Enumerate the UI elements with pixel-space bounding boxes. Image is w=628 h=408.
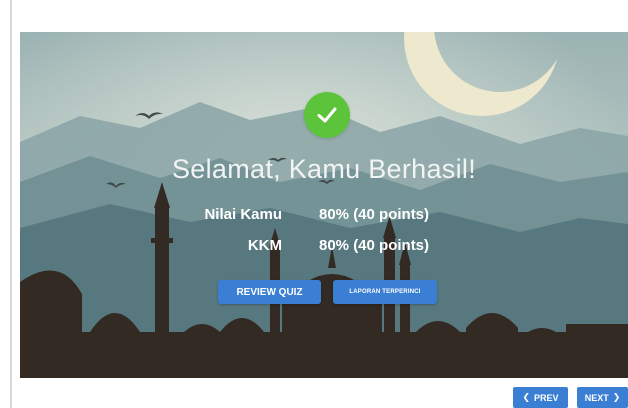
next-button[interactable]: NEXT ❯: [577, 387, 628, 408]
prev-button[interactable]: ❮ PREV: [513, 387, 568, 408]
chevron-right-icon: ❯: [612, 392, 621, 402]
kkm-label: KKM: [247, 237, 282, 254]
quiz-result-panel: Selamat, Kamu Berhasil! Nilai Kamu 80% (…: [20, 32, 628, 378]
detailed-report-button[interactable]: LAPORAN TERPERINCI: [333, 280, 437, 304]
review-quiz-button[interactable]: REVIEW QUIZ: [218, 280, 321, 304]
success-check-icon: [304, 92, 350, 138]
chevron-left-icon: ❮: [522, 392, 531, 402]
next-label: NEXT: [584, 392, 609, 403]
left-border: [10, 0, 12, 408]
score-label: Nilai Kamu: [204, 206, 282, 223]
prev-label: PREV: [534, 392, 559, 403]
kkm-value: 80% (40 points): [319, 237, 430, 254]
result-title: Selamat, Kamu Berhasil!: [171, 154, 477, 184]
night-mosque-background: [20, 32, 628, 378]
score-value: 80% (40 points): [319, 206, 430, 223]
